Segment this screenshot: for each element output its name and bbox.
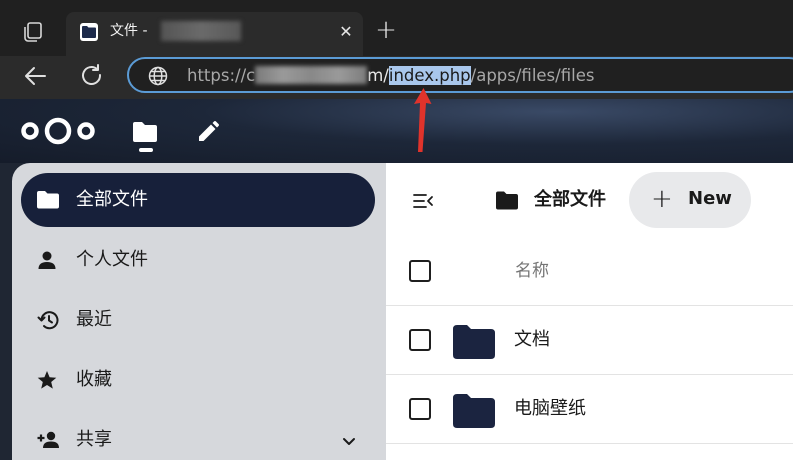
- sidebar-item-label: 共享: [76, 429, 112, 450]
- column-header-name[interactable]: 名称: [515, 259, 549, 283]
- nextcloud-folder-icon: [80, 23, 98, 41]
- active-app-indicator: [139, 148, 153, 152]
- toggle-navigation-icon[interactable]: [412, 190, 434, 212]
- refresh-icon[interactable]: [78, 62, 106, 90]
- new-tab-button[interactable]: +: [373, 17, 399, 44]
- redacted-tab-title: [161, 21, 241, 41]
- collections-icon[interactable]: [21, 20, 45, 44]
- redacted-domain: [255, 66, 368, 84]
- new-button-label: New: [688, 188, 732, 209]
- table-header-row: 名称: [386, 237, 793, 306]
- sidebar-item-label: 最近: [76, 309, 112, 330]
- nextcloud-logo[interactable]: [20, 117, 96, 149]
- folder-icon: [37, 190, 59, 210]
- url-prefix: https://c: [187, 66, 256, 85]
- address-bar[interactable]: https://c m/index.php/apps/files/files: [127, 57, 793, 93]
- table-row[interactable]: 电脑壁纸: [386, 375, 793, 444]
- sidebar-item-label: 收藏: [76, 369, 112, 390]
- plus-icon: +: [651, 184, 673, 214]
- browser-nav-bar: https://c m/index.php/apps/files/files: [0, 56, 793, 99]
- browser-tab-bar: 文件 - ✕ +: [0, 0, 793, 56]
- active-tab[interactable]: 文件 - ✕: [66, 12, 363, 56]
- navigation-sidebar: 全部文件 个人文件 最近 收藏 共享: [12, 163, 386, 460]
- folder-icon[interactable]: [132, 120, 158, 146]
- sidebar-item-all-files[interactable]: 全部文件: [21, 173, 375, 227]
- tab-title: 文件 -: [110, 23, 148, 39]
- file-name[interactable]: 文档: [514, 328, 550, 352]
- history-icon: [37, 310, 59, 330]
- sidebar-item-label: 全部文件: [76, 189, 148, 210]
- close-icon[interactable]: ✕: [336, 22, 356, 42]
- files-main-panel: 全部文件 + New 名称 文档 电脑壁纸: [386, 163, 793, 460]
- share-user-icon: [37, 430, 59, 450]
- chevron-down-icon[interactable]: [341, 433, 357, 449]
- sidebar-item-favorites[interactable]: 收藏: [21, 353, 375, 407]
- url-highlight: index.php: [388, 66, 471, 85]
- table-row[interactable]: 文档: [386, 306, 793, 375]
- file-name[interactable]: 电脑壁纸: [514, 397, 586, 421]
- url-domain-end: m/: [367, 66, 389, 85]
- new-button[interactable]: + New: [629, 172, 751, 228]
- app-header: [0, 99, 793, 163]
- folder-icon: [496, 191, 518, 211]
- folder-icon: [453, 325, 495, 359]
- star-icon: [37, 370, 57, 390]
- pencil-icon[interactable]: [196, 120, 220, 144]
- row-checkbox[interactable]: [409, 329, 431, 351]
- user-icon: [37, 250, 57, 270]
- select-all-checkbox[interactable]: [409, 260, 431, 282]
- row-checkbox[interactable]: [409, 398, 431, 420]
- folder-icon: [453, 394, 495, 428]
- sidebar-item-shares[interactable]: 共享: [21, 413, 375, 460]
- url-suffix: /apps/files/files: [470, 66, 595, 85]
- sidebar-item-recent[interactable]: 最近: [21, 293, 375, 347]
- globe-icon[interactable]: [148, 66, 168, 86]
- back-arrow-icon[interactable]: [22, 62, 50, 90]
- url-text[interactable]: https://c m/index.php/apps/files/files: [187, 65, 594, 87]
- sidebar-item-personal-files[interactable]: 个人文件: [21, 233, 375, 287]
- breadcrumb[interactable]: 全部文件: [534, 187, 606, 213]
- annotation-arrow: [400, 86, 440, 156]
- sidebar-item-label: 个人文件: [76, 249, 148, 270]
